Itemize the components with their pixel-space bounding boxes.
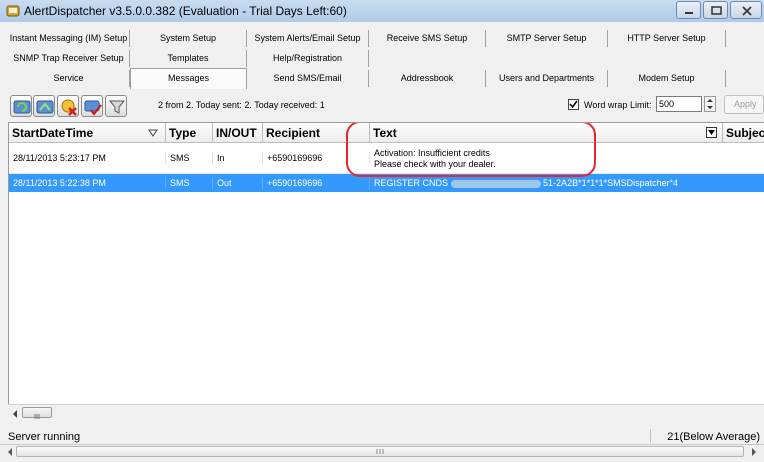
tab-row-3: Service Messages Send SMS/Email Addressb… (0, 68, 764, 89)
text-filter-button[interactable] (706, 127, 717, 138)
messages-toolbar: 2 from 2. Today sent: 2. Today received:… (0, 94, 764, 118)
status-divider (650, 429, 651, 443)
envelope-refresh-icon (36, 100, 54, 114)
delete-messages-icon (61, 99, 77, 116)
tab-snmp-trap-receiver-setup[interactable]: SNMP Trap Receiver Setup (8, 50, 130, 67)
cell-startdatetime: 28/11/2013 5:22:38 PM (9, 177, 166, 189)
tab-instant-messaging-setup[interactable]: Instant Messaging (IM) Setup (8, 30, 130, 47)
column-header-type[interactable]: Type (166, 123, 213, 143)
tab-smtp-server-setup[interactable]: SMTP Server Setup (486, 30, 608, 47)
tab-send-sms-email[interactable]: Send SMS/Email (247, 70, 369, 87)
tab-service[interactable]: Service (8, 70, 130, 87)
limit-label: Limit: (630, 100, 652, 110)
window-title: AlertDispatcher v3.5.0.0.382 (Evaluation… (24, 4, 347, 18)
refresh-button[interactable] (10, 95, 32, 117)
funnel-icon (108, 100, 126, 114)
apply-button-label: Apply (734, 99, 757, 109)
limit-value: 500 (659, 99, 675, 109)
refresh-icon (13, 100, 31, 114)
limit-input[interactable]: 500 (656, 96, 702, 112)
check-messages-icon (84, 100, 102, 116)
column-header-inout[interactable]: IN/OUT (213, 123, 263, 143)
tab-help-registration[interactable]: Help/Registration (247, 50, 369, 67)
apply-button[interactable]: Apply (724, 95, 764, 114)
window-scroll-thumb[interactable] (16, 446, 744, 457)
maximize-button[interactable] (703, 1, 728, 19)
app-window: AlertDispatcher v3.5.0.0.382 (Evaluation… (0, 0, 764, 462)
grip-icon (34, 414, 40, 419)
mark-processed-button[interactable] (81, 95, 103, 117)
grip-icon (376, 449, 384, 454)
arrow-left-icon (13, 410, 17, 418)
grid-scroll-thumb[interactable] (22, 407, 52, 419)
tab-http-server-setup[interactable]: HTTP Server Setup (608, 30, 726, 47)
messages-grid[interactable]: StartDateTime Type IN/OUT Recipient Text… (8, 122, 764, 405)
minimize-button[interactable] (676, 1, 701, 19)
tab-row-2: SNMP Trap Receiver Setup Templates Help/… (0, 50, 764, 68)
tab-receive-sms-setup[interactable]: Receive SMS Setup (369, 30, 486, 47)
delete-selected-button[interactable] (57, 95, 79, 117)
arrow-right-icon[interactable] (748, 446, 760, 458)
word-wrap-label: Word wrap (584, 100, 628, 110)
sort-descending-icon (148, 129, 158, 137)
cell-text: REGISTER CNDS 51-2A2B*1*1*1*SMSDispatche… (374, 178, 679, 188)
column-header-startdatetime[interactable]: StartDateTime (9, 123, 166, 143)
spin-arrows-icon (707, 99, 713, 109)
tab-addressbook[interactable]: Addressbook (369, 70, 486, 87)
tab-modem-setup[interactable]: Modem Setup (608, 70, 726, 87)
maximize-icon (711, 6, 722, 15)
cell-type: SMS (166, 152, 213, 164)
close-button[interactable] (730, 1, 762, 19)
cell-inout: Out (213, 177, 263, 189)
tab-system-alerts-email-setup[interactable]: System Alerts/Email Setup (247, 30, 369, 47)
filter-dropdown-icon (708, 130, 715, 135)
minimize-icon (685, 12, 693, 14)
cell-type: SMS (166, 177, 213, 189)
close-icon (742, 6, 752, 16)
word-wrap-checkbox[interactable] (568, 99, 579, 110)
grid-horizontal-scrollbar[interactable] (8, 404, 764, 421)
limit-spinner[interactable] (704, 96, 716, 112)
tab-system-setup[interactable]: System Setup (130, 30, 247, 47)
tab-templates[interactable]: Templates (130, 50, 247, 67)
highlight-circle (346, 123, 596, 177)
filter-button[interactable] (105, 95, 127, 117)
cell-recipient: +6590169696 (263, 177, 370, 189)
status-text: Server running (8, 431, 81, 443)
status-bar: Server running 21(Below Average) (0, 428, 764, 444)
status-performance: 21(Below Average) (667, 431, 760, 443)
tab-row-1: Instant Messaging (IM) Setup System Setu… (0, 30, 764, 48)
cell-startdatetime: 28/11/2013 5:23:17 PM (9, 152, 166, 164)
grid-scroll-left-button[interactable] (10, 407, 20, 419)
load-messages-button[interactable] (33, 95, 55, 117)
app-icon (6, 5, 20, 17)
tab-users-and-departments[interactable]: Users and Departments (486, 70, 608, 87)
window-horizontal-scrollbar[interactable] (0, 444, 764, 459)
column-header-subject[interactable]: Subjec (723, 123, 764, 143)
tab-messages[interactable]: Messages (130, 68, 247, 89)
message-summary: 2 from 2. Today sent: 2. Today received:… (158, 100, 325, 110)
check-icon (569, 100, 578, 109)
redacted-text (450, 179, 541, 188)
cell-inout: In (213, 152, 263, 164)
arrow-left-icon[interactable] (4, 446, 16, 458)
title-bar[interactable]: AlertDispatcher v3.5.0.0.382 (Evaluation… (0, 0, 764, 22)
